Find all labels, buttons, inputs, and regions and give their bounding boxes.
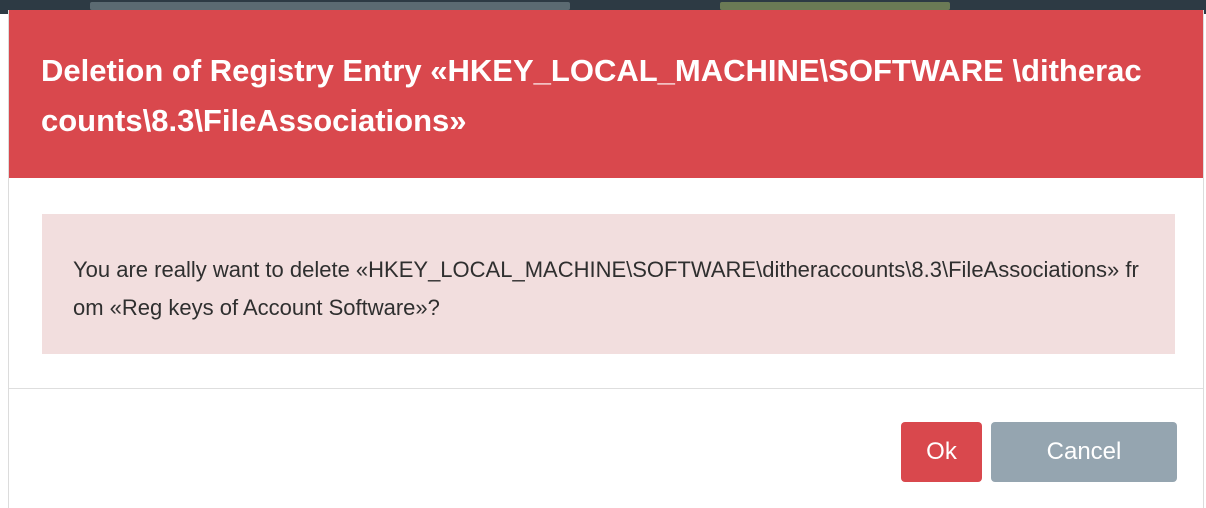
dialog-title: Deletion of Registry Entry «HKEY_LOCAL_M… <box>41 53 1142 138</box>
cancel-button[interactable]: Cancel <box>991 422 1177 482</box>
confirmation-alert: You are really want to delete «HKEY_LOCA… <box>42 214 1175 354</box>
dialog-footer: Ok Cancel <box>9 389 1203 508</box>
ok-button[interactable]: Ok <box>901 422 982 482</box>
dialog-body: You are really want to delete «HKEY_LOCA… <box>9 178 1203 388</box>
background-app-content <box>90 2 570 10</box>
background-app-content <box>720 2 950 10</box>
delete-confirmation-dialog: Deletion of Registry Entry «HKEY_LOCAL_M… <box>8 10 1204 508</box>
confirmation-message: You are really want to delete «HKEY_LOCA… <box>73 257 1139 320</box>
dialog-header: Deletion of Registry Entry «HKEY_LOCAL_M… <box>9 10 1203 178</box>
